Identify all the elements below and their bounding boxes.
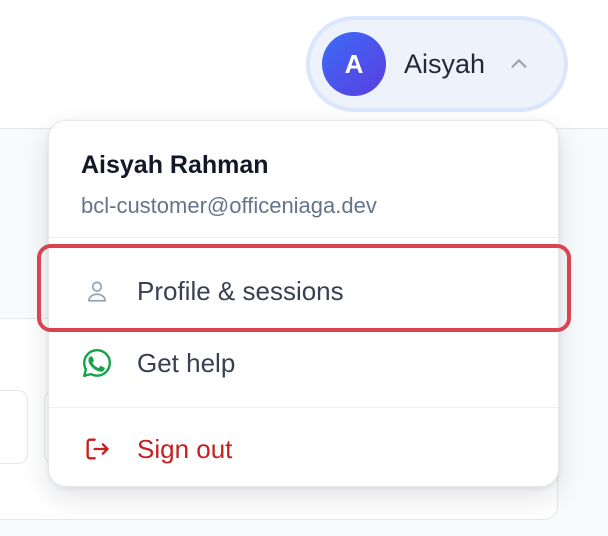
menu-item-label: Profile & sessions	[137, 275, 344, 306]
user-icon	[81, 275, 113, 307]
user-dropdown-menu: Aisyah Rahman bcl-customer@officeniaga.d…	[48, 120, 559, 487]
user-display-name: Aisyah	[404, 48, 486, 79]
user-menu-button[interactable]: A Aisyah	[306, 16, 568, 112]
whatsapp-icon	[81, 347, 113, 379]
user-email: bcl-customer@officeniaga.dev	[81, 193, 377, 218]
avatar-initial: A	[344, 48, 364, 79]
menu-item-sign-out[interactable]: Sign out	[49, 413, 558, 485]
menu-divider	[49, 407, 558, 408]
dropdown-user-info: Aisyah Rahman bcl-customer@officeniaga.d…	[49, 121, 558, 238]
user-full-name: Aisyah Rahman	[81, 151, 269, 179]
menu-item-label: Sign out	[137, 433, 233, 464]
sign-out-icon	[81, 433, 113, 465]
avatar: A	[322, 32, 386, 96]
chevron-up-icon	[507, 52, 531, 76]
background-field	[0, 390, 28, 464]
menu-item-get-help[interactable]: Get help	[49, 327, 558, 399]
menu-item-label: Get help	[137, 347, 236, 378]
menu-item-profile-sessions[interactable]: Profile & sessions	[49, 255, 558, 327]
